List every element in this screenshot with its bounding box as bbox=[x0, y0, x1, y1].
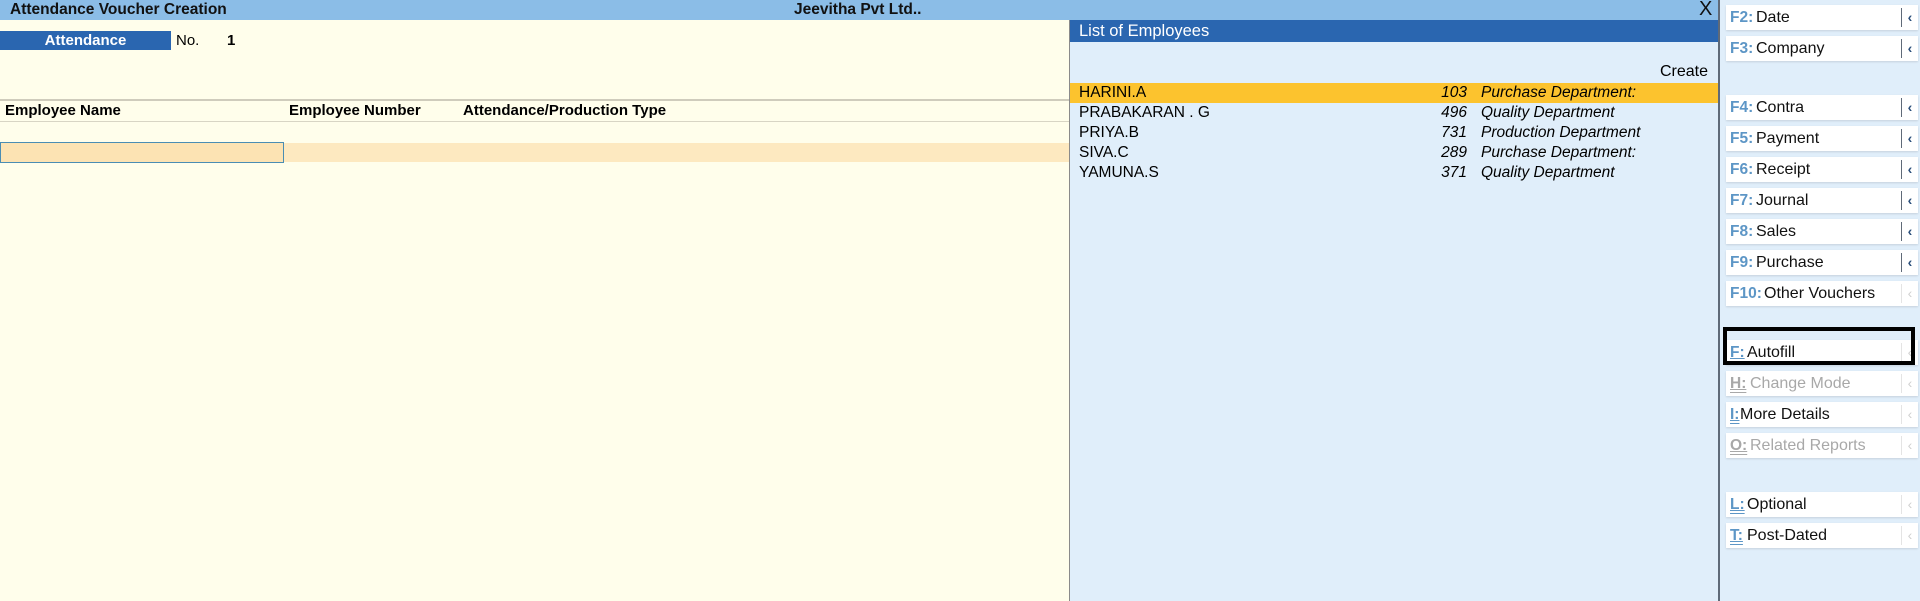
employee-list-panel: List of Employees Create HARINI.A 103 Pu… bbox=[1069, 20, 1718, 601]
shortcut-key: F10: bbox=[1730, 285, 1762, 302]
payment-button[interactable]: F5: Payment ‹ bbox=[1726, 126, 1918, 151]
window-title: Attendance Voucher Creation bbox=[10, 1, 227, 18]
chevron-left-icon[interactable]: ‹ bbox=[1901, 191, 1918, 210]
chevron-left-icon[interactable]: ‹ bbox=[1901, 374, 1918, 393]
button-label: Other Vouchers bbox=[1764, 285, 1876, 302]
button-label: Receipt bbox=[1756, 161, 1811, 178]
chevron-left-icon[interactable]: ‹ bbox=[1901, 8, 1918, 27]
shortcut-key: F: bbox=[1730, 344, 1745, 361]
shortcut-key: I: bbox=[1730, 406, 1740, 423]
chevron-left-icon[interactable]: ‹ bbox=[1901, 405, 1918, 424]
header-divider-bottom bbox=[0, 121, 1069, 122]
button-label: Journal bbox=[1756, 192, 1809, 209]
button-label: Related Reports bbox=[1750, 437, 1866, 454]
employee-name: PRABAKARAN . G bbox=[1079, 104, 1210, 121]
employee-list-item[interactable]: YAMUNA.S 371 Quality Department bbox=[1070, 163, 1718, 183]
button-label: Post-Dated bbox=[1747, 527, 1828, 544]
company-name: Jeevitha Pvt Ltd.. bbox=[794, 1, 922, 18]
employee-list-item[interactable]: HARINI.A 103 Purchase Department: bbox=[1070, 83, 1718, 103]
employee-department: Purchase Department: bbox=[1481, 144, 1637, 161]
other-vouchers-button[interactable]: F10: Other Vouchers ‹ bbox=[1726, 281, 1918, 306]
close-icon[interactable]: X bbox=[1699, 0, 1712, 19]
shortcut-key: F5: bbox=[1730, 130, 1754, 147]
voucher-number-label: No. bbox=[176, 32, 200, 49]
chevron-left-icon[interactable]: ‹ bbox=[1901, 98, 1918, 117]
chevron-left-icon[interactable]: ‹ bbox=[1901, 284, 1918, 303]
shortcut-key: F2: bbox=[1730, 9, 1754, 26]
button-label: Contra bbox=[1756, 99, 1805, 116]
voucher-form: Attendance No. 1 Employee Name Employee … bbox=[0, 20, 1069, 601]
chevron-left-icon[interactable]: ‹ bbox=[1901, 160, 1918, 179]
employee-name-input[interactable] bbox=[0, 142, 284, 163]
button-label: Date bbox=[1756, 9, 1790, 26]
column-header-employee-name: Employee Name bbox=[5, 102, 121, 119]
employee-list: HARINI.A 103 Purchase Department: PRABAK… bbox=[1070, 83, 1718, 183]
shortcut-key: F7: bbox=[1730, 192, 1754, 209]
chevron-left-icon[interactable]: ‹ bbox=[1901, 495, 1918, 514]
button-bar: F2: Date ‹ F3: Company ‹ F4: Contra ‹ F5… bbox=[1718, 0, 1920, 601]
autofill-button[interactable]: F: Autofill ‹ bbox=[1726, 340, 1918, 365]
chevron-left-icon[interactable]: ‹ bbox=[1901, 343, 1918, 362]
employee-list-item[interactable]: SIVA.C 289 Purchase Department: bbox=[1070, 143, 1718, 163]
employee-number: 289 bbox=[1441, 144, 1467, 161]
button-label: Company bbox=[1756, 40, 1825, 57]
button-label: Purchase bbox=[1756, 254, 1824, 271]
related-reports-button[interactable]: O: Related Reports ‹ bbox=[1726, 433, 1918, 458]
title-bar: Attendance Voucher Creation Jeevitha Pvt… bbox=[0, 0, 1920, 20]
change-mode-button[interactable]: H: Change Mode ‹ bbox=[1726, 371, 1918, 396]
employee-department: Production Department bbox=[1481, 124, 1641, 141]
employee-number: 103 bbox=[1441, 84, 1467, 101]
shortcut-key: F9: bbox=[1730, 254, 1754, 271]
employee-name: SIVA.C bbox=[1079, 144, 1129, 161]
voucher-type-badge: Attendance bbox=[0, 31, 171, 50]
employee-department: Purchase Department: bbox=[1481, 84, 1637, 101]
employee-list-item[interactable]: PRIYA.B 731 Production Department bbox=[1070, 123, 1718, 143]
employee-number: 731 bbox=[1441, 124, 1467, 141]
shortcut-key: F8: bbox=[1730, 223, 1754, 240]
post-dated-button[interactable]: T: Post-Dated ‹ bbox=[1726, 523, 1918, 548]
shortcut-key: F4: bbox=[1730, 99, 1754, 116]
chevron-left-icon[interactable]: ‹ bbox=[1901, 526, 1918, 545]
create-employee-button[interactable]: Create bbox=[1660, 63, 1708, 81]
employee-department: Quality Department bbox=[1481, 164, 1615, 181]
employee-department: Quality Department bbox=[1481, 104, 1615, 121]
chevron-left-icon[interactable]: ‹ bbox=[1901, 129, 1918, 148]
button-label: Payment bbox=[1756, 130, 1820, 147]
contra-button[interactable]: F4: Contra ‹ bbox=[1726, 95, 1918, 120]
chevron-left-icon[interactable]: ‹ bbox=[1901, 253, 1918, 272]
entry-row bbox=[0, 142, 1069, 163]
button-label: More Details bbox=[1740, 406, 1830, 423]
shortcut-key: F6: bbox=[1730, 161, 1754, 178]
employee-number: 496 bbox=[1441, 104, 1467, 121]
column-header-employee-number: Employee Number bbox=[289, 102, 421, 119]
receipt-button[interactable]: F6: Receipt ‹ bbox=[1726, 157, 1918, 182]
button-label: Sales bbox=[1756, 223, 1797, 240]
chevron-left-icon[interactable]: ‹ bbox=[1901, 39, 1918, 58]
optional-button[interactable]: L: Optional ‹ bbox=[1726, 492, 1918, 517]
chevron-left-icon[interactable]: ‹ bbox=[1901, 436, 1918, 455]
button-label: Optional bbox=[1747, 496, 1807, 513]
shortcut-key: F3: bbox=[1730, 40, 1754, 57]
employee-name: PRIYA.B bbox=[1079, 124, 1140, 141]
shortcut-key: T: bbox=[1730, 527, 1743, 544]
shortcut-key: O: bbox=[1730, 437, 1748, 454]
button-label: Change Mode bbox=[1750, 375, 1851, 392]
employee-list-item[interactable]: PRABAKARAN . G 496 Quality Department bbox=[1070, 103, 1718, 123]
more-details-button[interactable]: I: More Details ‹ bbox=[1726, 402, 1918, 427]
shortcut-key: H: bbox=[1730, 375, 1747, 392]
chevron-left-icon[interactable]: ‹ bbox=[1901, 222, 1918, 241]
purchase-button[interactable]: F9: Purchase ‹ bbox=[1726, 250, 1918, 275]
button-label: Autofill bbox=[1747, 344, 1796, 361]
employee-name: HARINI.A bbox=[1079, 84, 1147, 101]
date-button[interactable]: F2: Date ‹ bbox=[1726, 5, 1918, 30]
employee-list-title: List of Employees bbox=[1070, 20, 1718, 42]
sales-button[interactable]: F8: Sales ‹ bbox=[1726, 219, 1918, 244]
shortcut-key: L: bbox=[1730, 496, 1745, 513]
journal-button[interactable]: F7: Journal ‹ bbox=[1726, 188, 1918, 213]
voucher-number: 1 bbox=[227, 32, 236, 49]
column-header-attendance-type: Attendance/Production Type bbox=[463, 102, 667, 119]
company-button[interactable]: F3: Company ‹ bbox=[1726, 36, 1918, 61]
employee-name: YAMUNA.S bbox=[1079, 164, 1159, 181]
employee-number: 371 bbox=[1441, 164, 1467, 181]
